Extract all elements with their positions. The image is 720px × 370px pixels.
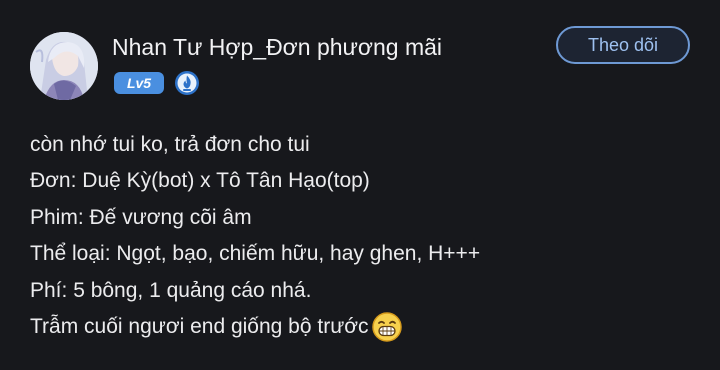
post-line: Đơn: Duệ Kỳ(bot) x Tô Tân Hạo(top) bbox=[30, 163, 700, 199]
avatar-image bbox=[30, 32, 98, 100]
author-name[interactable]: Nhan Tư Hợp_Đơn phương mãi bbox=[112, 33, 442, 61]
post-content: còn nhớ tui ko, trả đơn cho tui Đơn: Duệ… bbox=[30, 127, 700, 345]
grinning-face-emoji bbox=[371, 312, 402, 342]
post-line: Trẫm cuối ngươi end giống bộ trước bbox=[30, 309, 700, 345]
fire-medal-icon[interactable] bbox=[174, 70, 200, 96]
avatar[interactable] bbox=[30, 32, 98, 100]
post-line-text: còn nhớ tui ko, trả đơn cho tui bbox=[30, 133, 310, 156]
post-line-text: Thể loại: Ngọt, bạo, chiếm hữu, hay ghen… bbox=[30, 242, 481, 266]
author-badges: Lv5 bbox=[114, 70, 200, 96]
post-line: Phim: Đế vương cõi âm bbox=[30, 200, 700, 236]
level-badge: Lv5 bbox=[114, 72, 164, 94]
post-line: còn nhớ tui ko, trả đơn cho tui bbox=[30, 127, 700, 163]
post-line: Thể loại: Ngọt, bạo, chiếm hữu, hay ghen… bbox=[30, 236, 700, 272]
post-line: Phí: 5 bông, 1 quảng cáo nhá. bbox=[30, 273, 700, 309]
post-line-text: Đơn: Duệ Kỳ(bot) x Tô Tân Hạo(top) bbox=[30, 169, 370, 193]
follow-button[interactable]: Theo dõi bbox=[556, 26, 690, 64]
post-line-text: Trẫm cuối ngươi end giống bộ trước bbox=[30, 315, 369, 339]
post-line-text: Phí: 5 bông, 1 quảng cáo nhá. bbox=[30, 278, 312, 302]
post-line-text: Phim: Đế vương cõi âm bbox=[30, 205, 252, 229]
